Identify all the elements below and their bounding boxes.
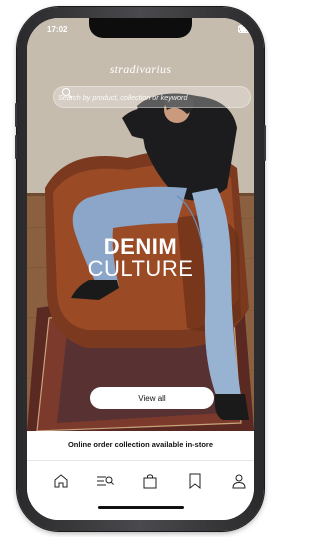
bottom-tab-bar — [27, 461, 254, 520]
account-icon[interactable] — [229, 471, 249, 491]
search-input[interactable] — [58, 92, 228, 102]
battery-icon — [238, 25, 254, 33]
hero-image: 17:02 stradivarius Search by product, co… — [27, 18, 254, 431]
volume-up-button — [15, 103, 17, 127]
status-time: 17:02 — [47, 25, 68, 34]
search-bar[interactable] — [53, 86, 251, 108]
search-icon — [61, 87, 73, 99]
search-menu-icon[interactable] — [95, 471, 115, 491]
wishlist-icon[interactable] — [185, 471, 205, 491]
headline-line-1: DENIM — [103, 234, 178, 259]
brand-logo[interactable]: stradivarius — [27, 62, 254, 77]
volume-down-button — [15, 135, 17, 159]
headline-line-2: CULTURE — [87, 256, 194, 281]
store-pickup-banner: Online order collection available in-sto… — [27, 431, 254, 461]
hero-headline: DENIM CULTURE — [27, 236, 254, 280]
power-button — [264, 125, 266, 161]
home-icon[interactable] — [51, 471, 71, 491]
hero-illustration — [27, 18, 254, 431]
status-bar: 17:02 — [27, 24, 254, 38]
home-indicator[interactable] — [98, 506, 184, 509]
phone-screen: 17:02 stradivarius Search by product, co… — [27, 18, 254, 520]
bag-icon[interactable] — [140, 471, 160, 491]
view-all-button[interactable]: View all — [90, 387, 214, 409]
